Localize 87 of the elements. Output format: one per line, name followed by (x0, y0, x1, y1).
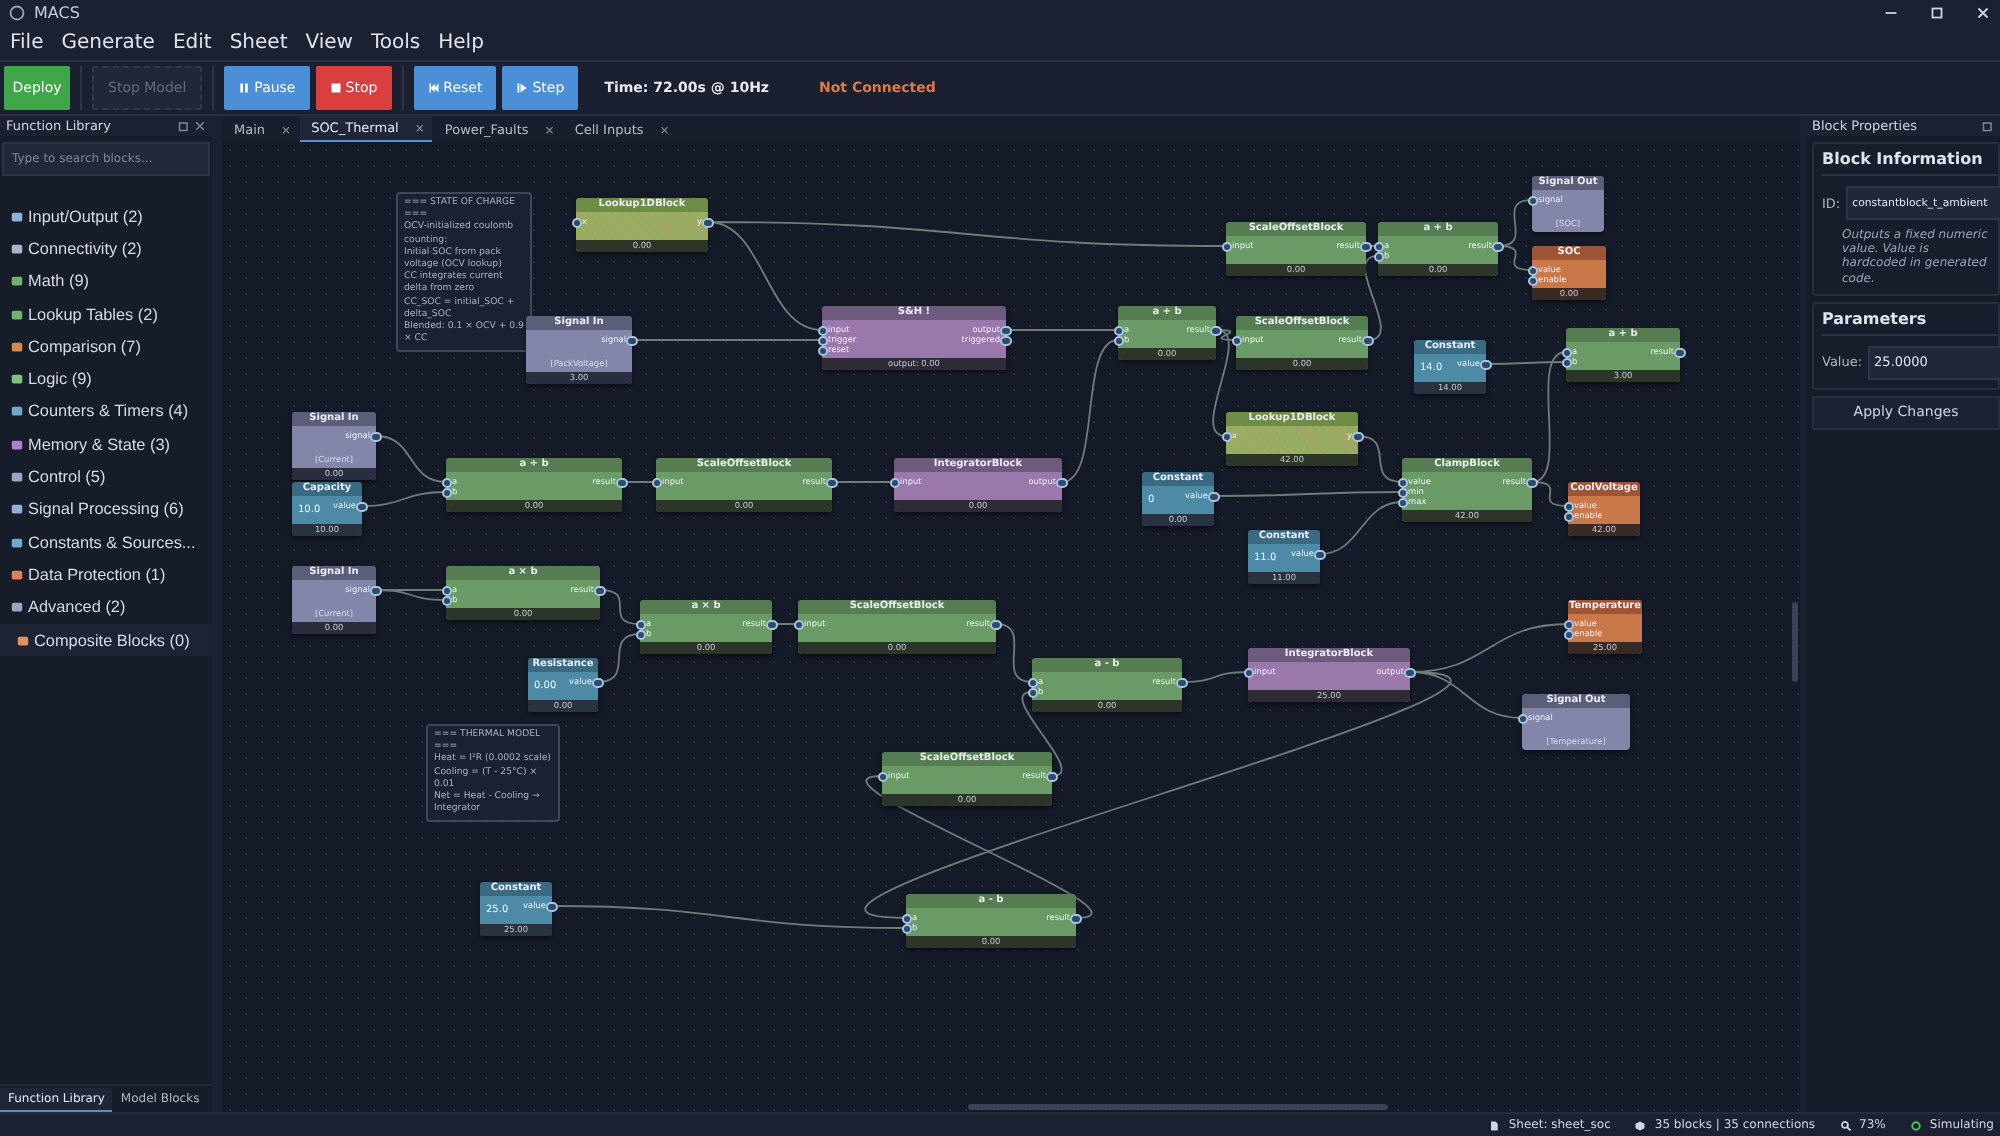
app-logo-icon (8, 3, 26, 21)
stop-icon (329, 82, 342, 94)
port-handle[interactable] (1221, 431, 1232, 442)
category-icon (10, 307, 24, 322)
port-handle[interactable] (1314, 549, 1325, 560)
port-handle[interactable] (1492, 241, 1503, 252)
port-handle[interactable] (1243, 667, 1254, 678)
port-handle[interactable] (702, 217, 713, 228)
category-icon (16, 633, 30, 647)
category-icon (10, 600, 24, 615)
status-dot-icon (1909, 1119, 1922, 1131)
category-item[interactable]: Data Protection (1) (0, 558, 212, 592)
port-handle[interactable] (1527, 195, 1538, 206)
port-handle[interactable] (594, 585, 605, 596)
port-handle[interactable] (356, 501, 367, 512)
port-handle[interactable] (1404, 667, 1415, 678)
category-item[interactable]: Counters & Timers (4) (0, 395, 212, 429)
port-handle[interactable] (1517, 713, 1528, 724)
port-handle[interactable] (616, 477, 627, 488)
port-handle[interactable] (370, 585, 381, 596)
maximize-icon[interactable] (1928, 3, 1946, 21)
category-item[interactable]: Memory & State (3) (0, 428, 212, 461)
category-icon (10, 502, 24, 517)
category-icon (10, 209, 24, 224)
port-handle[interactable] (1362, 335, 1373, 346)
port-handle[interactable] (877, 771, 888, 782)
close-icon[interactable] (194, 120, 206, 132)
port-handle[interactable] (626, 335, 637, 346)
category-item[interactable]: Math (9) (0, 265, 212, 298)
port-handle[interactable] (1674, 347, 1685, 358)
port-handle[interactable] (1208, 491, 1219, 502)
port-handle[interactable] (651, 477, 662, 488)
window-title: MACS (34, 3, 80, 21)
port-handle[interactable] (793, 619, 804, 630)
port-handle[interactable] (1221, 241, 1232, 252)
category-item[interactable]: Logic (9) (0, 362, 212, 396)
port-handle[interactable] (592, 677, 603, 688)
menu-item[interactable]: Tools (370, 31, 421, 53)
port-handle[interactable] (1070, 913, 1081, 924)
port-handle[interactable] (1480, 359, 1491, 370)
port-handle[interactable] (1526, 477, 1537, 488)
port-handle[interactable] (546, 901, 557, 912)
port-handle[interactable] (766, 619, 777, 630)
step-icon (516, 82, 529, 94)
category-item[interactable]: Control (5) (0, 460, 212, 494)
category-icon (10, 437, 24, 452)
menu-item[interactable]: Generate (61, 31, 155, 53)
category-item[interactable]: Constants & Sources... (0, 525, 212, 559)
category-item[interactable]: Composite Blocks (0) (0, 623, 212, 657)
category-item[interactable]: Input/Output (2) (0, 200, 212, 233)
port-handle[interactable] (571, 217, 582, 228)
port-handle[interactable] (990, 619, 1001, 630)
search-icon (1839, 1119, 1852, 1131)
category-item[interactable]: Advanced (2) (0, 591, 212, 624)
menu-item[interactable]: View (305, 31, 353, 53)
category-icon (10, 372, 24, 387)
category-icon (10, 567, 24, 582)
port-handle[interactable] (370, 431, 381, 442)
menu-item[interactable]: Edit (172, 31, 212, 53)
section-heading: Parameters (1822, 309, 1998, 336)
float-icon[interactable] (178, 120, 190, 132)
section-heading: Block Information (1822, 150, 1998, 176)
port-handle[interactable] (1046, 771, 1057, 782)
port-handle[interactable] (1176, 677, 1187, 688)
pause-icon (238, 82, 251, 94)
category-icon (10, 241, 24, 256)
document-icon (1488, 1119, 1501, 1131)
port-handle[interactable] (1056, 477, 1067, 488)
category-item[interactable]: Comparison (7) (0, 330, 212, 363)
category-item[interactable]: Connectivity (2) (0, 232, 212, 266)
category-item[interactable]: Lookup Tables (2) (0, 297, 212, 331)
menu-item[interactable]: File (10, 31, 44, 53)
port-handle[interactable] (889, 477, 900, 488)
cube-icon (1634, 1119, 1647, 1131)
rewind-icon (427, 82, 440, 94)
vertical-scrollbar[interactable] (1792, 602, 1798, 682)
category-icon (10, 274, 24, 289)
port-handle[interactable] (1352, 431, 1363, 442)
menu-item[interactable]: Help (438, 31, 484, 53)
category-icon (10, 535, 24, 550)
menu-item[interactable]: Sheet (229, 31, 288, 53)
category-icon (10, 470, 24, 485)
category-icon (10, 339, 24, 354)
category-item[interactable]: Signal Processing (6) (0, 493, 212, 526)
port-handle[interactable] (826, 477, 837, 488)
float-icon[interactable] (1982, 120, 1994, 132)
category-icon (10, 404, 24, 419)
